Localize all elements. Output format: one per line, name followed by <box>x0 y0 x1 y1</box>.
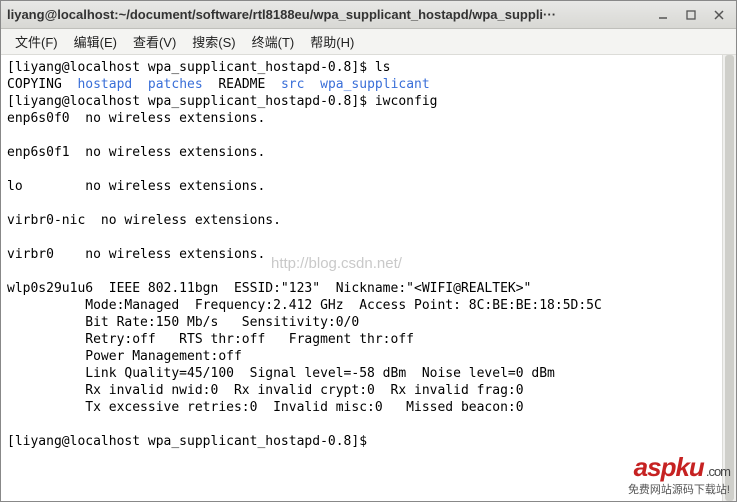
window-title: liyang@localhost:~/document/software/rtl… <box>7 7 646 22</box>
iw-line: Link Quality=45/100 Signal level=-58 dBm… <box>7 366 555 381</box>
scrollbar[interactable] <box>722 55 736 501</box>
menu-terminal[interactable]: 终端(T) <box>244 29 303 54</box>
iw-line: Rx invalid nwid:0 Rx invalid crypt:0 Rx … <box>7 383 524 398</box>
scrollbar-thumb[interactable] <box>725 55 734 501</box>
watermark-text: http://blog.csdn.net/ <box>271 255 402 272</box>
iw-line: virbr0 no wireless extensions. <box>7 247 265 262</box>
command-iwconfig: iwconfig <box>375 94 438 109</box>
iw-line: Power Management:off <box>7 349 242 364</box>
ls-wpa-supplicant: wpa_supplicant <box>320 77 430 92</box>
ls-patches: patches <box>148 77 203 92</box>
iw-line: Retry:off RTS thr:off Fragment thr:off <box>7 332 414 347</box>
close-button[interactable] <box>708 6 730 24</box>
command-ls: ls <box>375 60 391 75</box>
terminal-output[interactable]: [liyang@localhost wpa_supplicant_hostapd… <box>1 55 736 501</box>
prompt: [liyang@localhost wpa_supplicant_hostapd… <box>7 94 375 109</box>
menu-bar: 文件(F) 编辑(E) 查看(V) 搜索(S) 终端(T) 帮助(H) <box>1 29 736 55</box>
ls-readme: README <box>218 77 265 92</box>
menu-help[interactable]: 帮助(H) <box>302 29 362 54</box>
prompt: [liyang@localhost wpa_supplicant_hostapd… <box>7 434 375 449</box>
iw-line: wlp0s29u1u6 IEEE 802.11bgn ESSID:"123" N… <box>7 281 531 296</box>
minimize-button[interactable] <box>652 6 674 24</box>
iw-line: enp6s0f0 no wireless extensions. <box>7 111 265 126</box>
title-bar: liyang@localhost:~/document/software/rtl… <box>1 1 736 29</box>
menu-file[interactable]: 文件(F) <box>7 29 66 54</box>
iw-line: Bit Rate:150 Mb/s Sensitivity:0/0 <box>7 315 359 330</box>
ls-hostapd: hostapd <box>77 77 132 92</box>
menu-search[interactable]: 搜索(S) <box>184 29 243 54</box>
menu-view[interactable]: 查看(V) <box>125 29 184 54</box>
maximize-button[interactable] <box>680 6 702 24</box>
ls-src: src <box>281 77 304 92</box>
menu-edit[interactable]: 编辑(E) <box>66 29 125 54</box>
iw-line: Tx excessive retries:0 Invalid misc:0 Mi… <box>7 400 524 415</box>
iw-line: virbr0-nic no wireless extensions. <box>7 213 281 228</box>
iw-line: Mode:Managed Frequency:2.412 GHz Access … <box>7 298 602 313</box>
iw-line: enp6s0f1 no wireless extensions. <box>7 145 265 160</box>
ls-copying: COPYING <box>7 77 62 92</box>
prompt: [liyang@localhost wpa_supplicant_hostapd… <box>7 60 375 75</box>
iw-line: lo no wireless extensions. <box>7 179 265 194</box>
